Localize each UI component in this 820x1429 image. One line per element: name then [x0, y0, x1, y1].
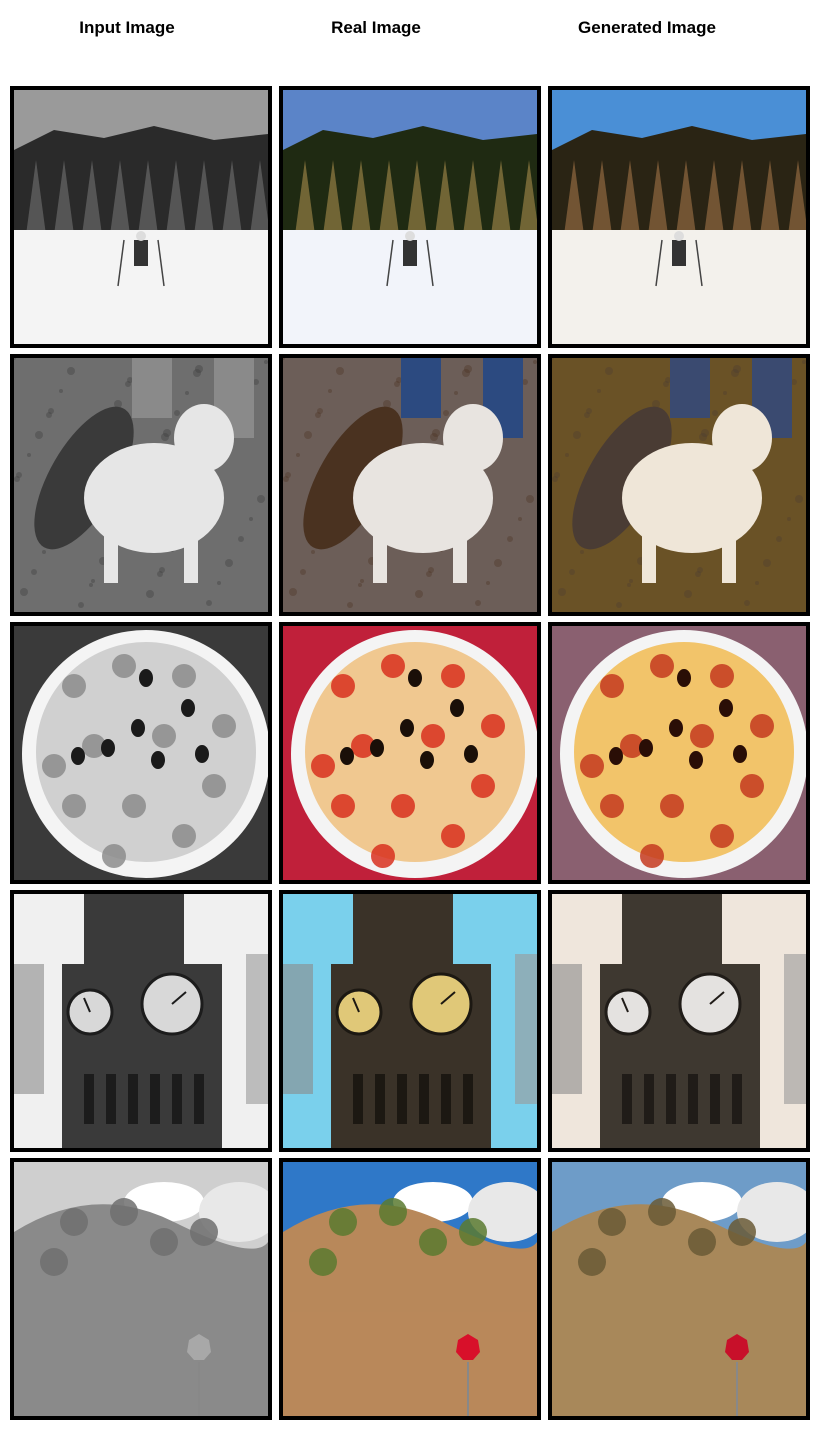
- generated-image: [548, 890, 810, 1152]
- real-image: [279, 354, 541, 616]
- input-image: [10, 354, 272, 616]
- input-image: [10, 1158, 272, 1420]
- image-row: [10, 890, 810, 1152]
- generated-image: [548, 86, 810, 348]
- skier-in-snowy-forest-photo: [552, 90, 806, 344]
- generated-image: [548, 622, 810, 884]
- skier-in-snowy-forest-photo: [283, 90, 537, 344]
- real-image: [279, 1158, 541, 1420]
- clock-tower-photo: [552, 894, 806, 1148]
- input-image: [10, 890, 272, 1152]
- input-image: [10, 86, 272, 348]
- pepperoni-pizza-photo: [14, 626, 268, 880]
- real-image: [279, 890, 541, 1152]
- clock-tower-photo: [14, 894, 268, 1148]
- clock-tower-photo: [283, 894, 537, 1148]
- pepperoni-pizza-photo: [283, 626, 537, 880]
- skier-in-snowy-forest-photo: [14, 90, 268, 344]
- generated-image: [548, 354, 810, 616]
- generated-image: [548, 1158, 810, 1420]
- image-row: [10, 1158, 810, 1420]
- pepperoni-pizza-photo: [552, 626, 806, 880]
- hillside-with-stop-sign-photo: [552, 1162, 806, 1416]
- real-image: [279, 622, 541, 884]
- image-row: [10, 86, 810, 348]
- header-generated-image: Generated Image: [578, 18, 716, 37]
- real-image: [279, 86, 541, 348]
- image-row: [10, 354, 810, 616]
- dog-with-hat-on-gravel-photo: [283, 358, 537, 612]
- image-row: [10, 622, 810, 884]
- hillside-with-stop-sign-photo: [283, 1162, 537, 1416]
- dog-with-hat-on-gravel-photo: [14, 358, 268, 612]
- header-real-image: Real Image: [331, 18, 421, 37]
- header-input-image: Input Image: [79, 18, 175, 37]
- dog-with-hat-on-gravel-photo: [552, 358, 806, 612]
- hillside-with-stop-sign-photo: [14, 1162, 268, 1416]
- input-image: [10, 622, 272, 884]
